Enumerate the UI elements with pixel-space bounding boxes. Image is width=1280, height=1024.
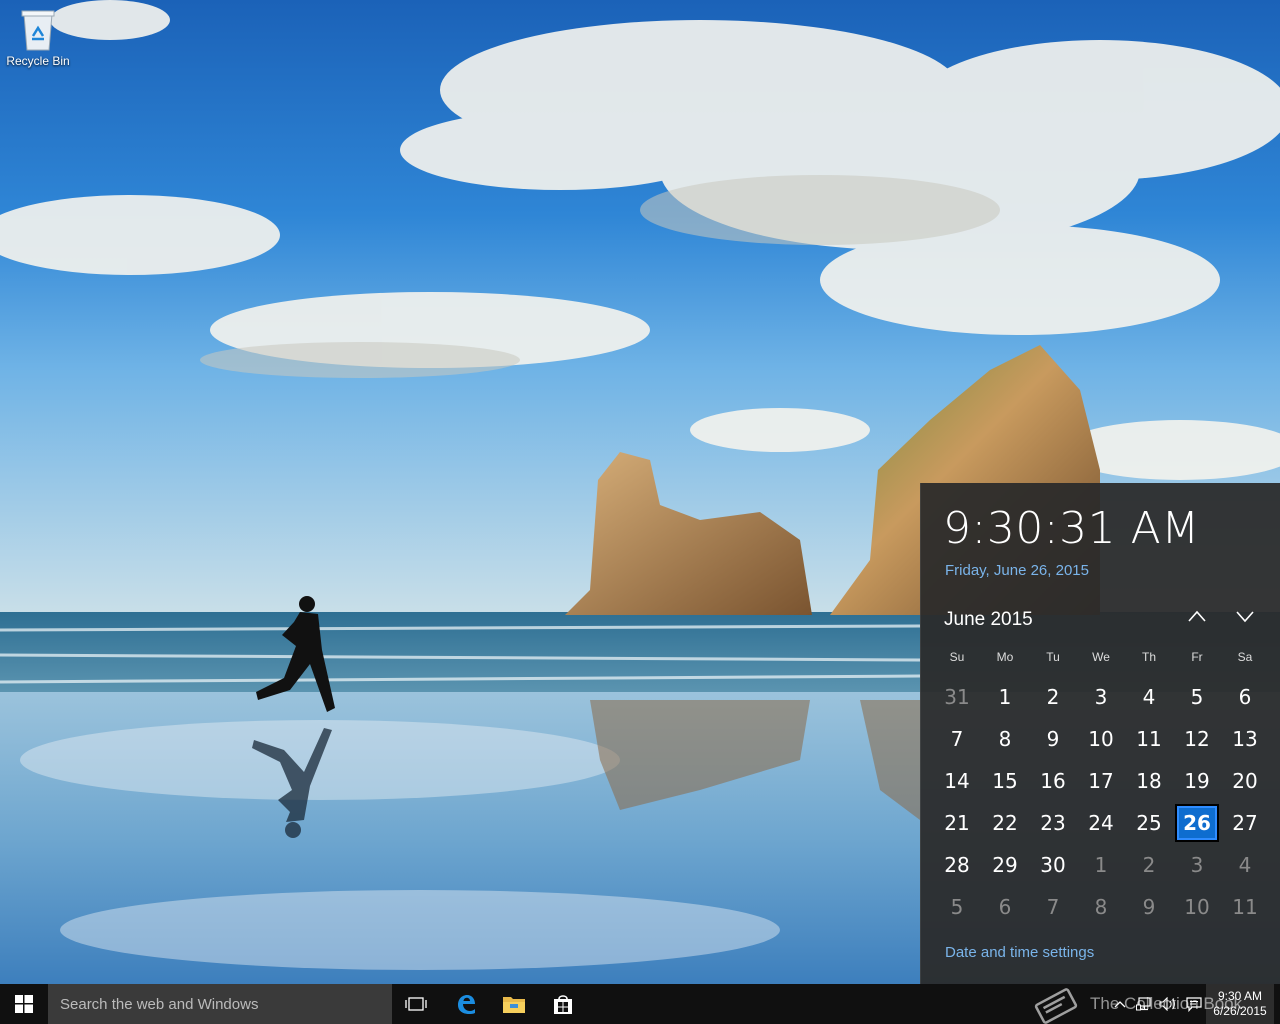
weekday-label: Fr — [1191, 650, 1203, 664]
edge-browser-button[interactable] — [442, 984, 490, 1024]
date-time-settings-link[interactable]: Date and time settings — [945, 944, 1094, 961]
calendar-day[interactable]: 19 — [1173, 760, 1221, 802]
desktop-icon-label: Recycle Bin — [6, 54, 70, 68]
flyout-clock-time: 9:30:31 AM — [943, 503, 1200, 554]
calendar-day[interactable]: 5 — [933, 886, 981, 928]
weekday-label: Mo — [996, 650, 1014, 664]
calendar-day-today[interactable]: 26 — [1175, 804, 1219, 842]
calendar-day[interactable]: 16 — [1029, 760, 1077, 802]
volume-icon — [1159, 997, 1175, 1011]
calendar-day[interactable]: 10 — [1077, 718, 1125, 760]
weekday-label: Tu — [1046, 650, 1060, 664]
calendar-day[interactable]: 10 — [1173, 886, 1221, 928]
calendar-day[interactable]: 18 — [1125, 760, 1173, 802]
calendar-day[interactable]: 4 — [1125, 676, 1173, 718]
weekday-label: Su — [949, 650, 965, 664]
volume-button[interactable] — [1156, 984, 1180, 1024]
weekday-label: Th — [1141, 650, 1156, 664]
search-input[interactable]: Search the web and Windows — [48, 984, 392, 1024]
calendar-day[interactable]: 2 — [1125, 844, 1173, 886]
calendar-day[interactable]: 30 — [1029, 844, 1077, 886]
weekday-label: We — [1092, 650, 1110, 664]
windows-logo-icon — [15, 995, 33, 1013]
show-hidden-icons-button[interactable] — [1108, 984, 1132, 1024]
calendar-month-label[interactable]: June 2015 — [944, 609, 1033, 631]
network-button[interactable] — [1132, 984, 1156, 1024]
taskbar-clock[interactable]: 9:30 AM 6/26/2015 — [1206, 984, 1274, 1024]
calendar-day[interactable]: 29 — [981, 844, 1029, 886]
file-explorer-icon — [503, 997, 525, 1013]
calendar-day[interactable]: 20 — [1221, 760, 1269, 802]
calendar-day[interactable]: 4 — [1221, 844, 1269, 886]
recycle-bin-icon — [18, 8, 58, 52]
task-view-icon — [405, 997, 427, 1011]
calendar-day[interactable]: 21 — [933, 802, 981, 844]
calendar-flyout: 9:30:31 AM Friday, June 26, 2015 June 20… — [920, 483, 1280, 984]
taskbar-clock-date: 6/26/2015 — [1213, 1004, 1267, 1018]
action-center-icon — [1186, 996, 1202, 1012]
flyout-date-link[interactable]: Friday, June 26, 2015 — [945, 562, 1089, 579]
calendar-day[interactable]: 3 — [1173, 844, 1221, 886]
chevron-up-icon — [1188, 610, 1206, 622]
calendar-day[interactable]: 8 — [981, 718, 1029, 760]
calendar-day[interactable]: 7 — [1029, 886, 1077, 928]
store-icon — [554, 995, 572, 1014]
calendar-day[interactable]: 27 — [1221, 802, 1269, 844]
start-button[interactable] — [0, 984, 48, 1024]
calendar-day[interactable]: 1 — [981, 676, 1029, 718]
calendar-day-grid: 31 1 2 3 4 5 6 7 8 9 10 11 12 13 14 15 16 17 18 19 20 21 22 23 2… — [933, 676, 1269, 928]
search-placeholder: Search the web and Windows — [60, 995, 259, 1013]
calendar-day[interactable]: 15 — [981, 760, 1029, 802]
calendar-weekday-header: Su Mo Tu We Th Fr Sa — [933, 650, 1269, 664]
store-button[interactable] — [539, 984, 587, 1024]
calendar-day[interactable]: 9 — [1125, 886, 1173, 928]
calendar-day[interactable]: 11 — [1221, 886, 1269, 928]
calendar-day[interactable]: 23 — [1029, 802, 1077, 844]
calendar-day[interactable]: 25 — [1125, 802, 1173, 844]
calendar-day[interactable]: 11 — [1125, 718, 1173, 760]
calendar-day[interactable]: 12 — [1173, 718, 1221, 760]
chevron-up-icon — [1114, 1001, 1126, 1008]
book-logo-icon — [1034, 988, 1078, 1024]
file-explorer-button[interactable] — [490, 984, 538, 1024]
task-view-button[interactable] — [392, 984, 440, 1024]
calendar-prev-month-button[interactable] — [1183, 607, 1211, 629]
calendar-next-month-button[interactable] — [1231, 607, 1259, 629]
chevron-down-icon — [1236, 611, 1254, 623]
action-center-button[interactable] — [1182, 984, 1206, 1024]
calendar-day[interactable]: 14 — [933, 760, 981, 802]
calendar-day[interactable]: 13 — [1221, 718, 1269, 760]
desktop-icon-recycle-bin[interactable]: Recycle Bin — [4, 8, 72, 68]
weekday-label: Sa — [1237, 650, 1253, 664]
taskbar-clock-time: 9:30 AM — [1217, 989, 1263, 1003]
calendar-day[interactable]: 24 — [1077, 802, 1125, 844]
calendar-day[interactable]: 6 — [1221, 676, 1269, 718]
calendar-day[interactable]: 28 — [933, 844, 981, 886]
calendar-day[interactable]: 17 — [1077, 760, 1125, 802]
calendar-day[interactable]: 31 — [933, 676, 981, 718]
network-icon — [1136, 997, 1151, 1011]
taskbar: Search the web and Windows The Collectio… — [0, 984, 1280, 1024]
edge-icon — [458, 995, 475, 1014]
calendar-day[interactable]: 8 — [1077, 886, 1125, 928]
calendar-day[interactable]: 3 — [1077, 676, 1125, 718]
calendar-day[interactable]: 6 — [981, 886, 1029, 928]
calendar-day[interactable]: 9 — [1029, 718, 1077, 760]
calendar-day[interactable]: 22 — [981, 802, 1029, 844]
calendar-day[interactable]: 2 — [1029, 676, 1077, 718]
calendar-day[interactable]: 1 — [1077, 844, 1125, 886]
calendar-day[interactable]: 7 — [933, 718, 981, 760]
calendar-day[interactable]: 5 — [1173, 676, 1221, 718]
